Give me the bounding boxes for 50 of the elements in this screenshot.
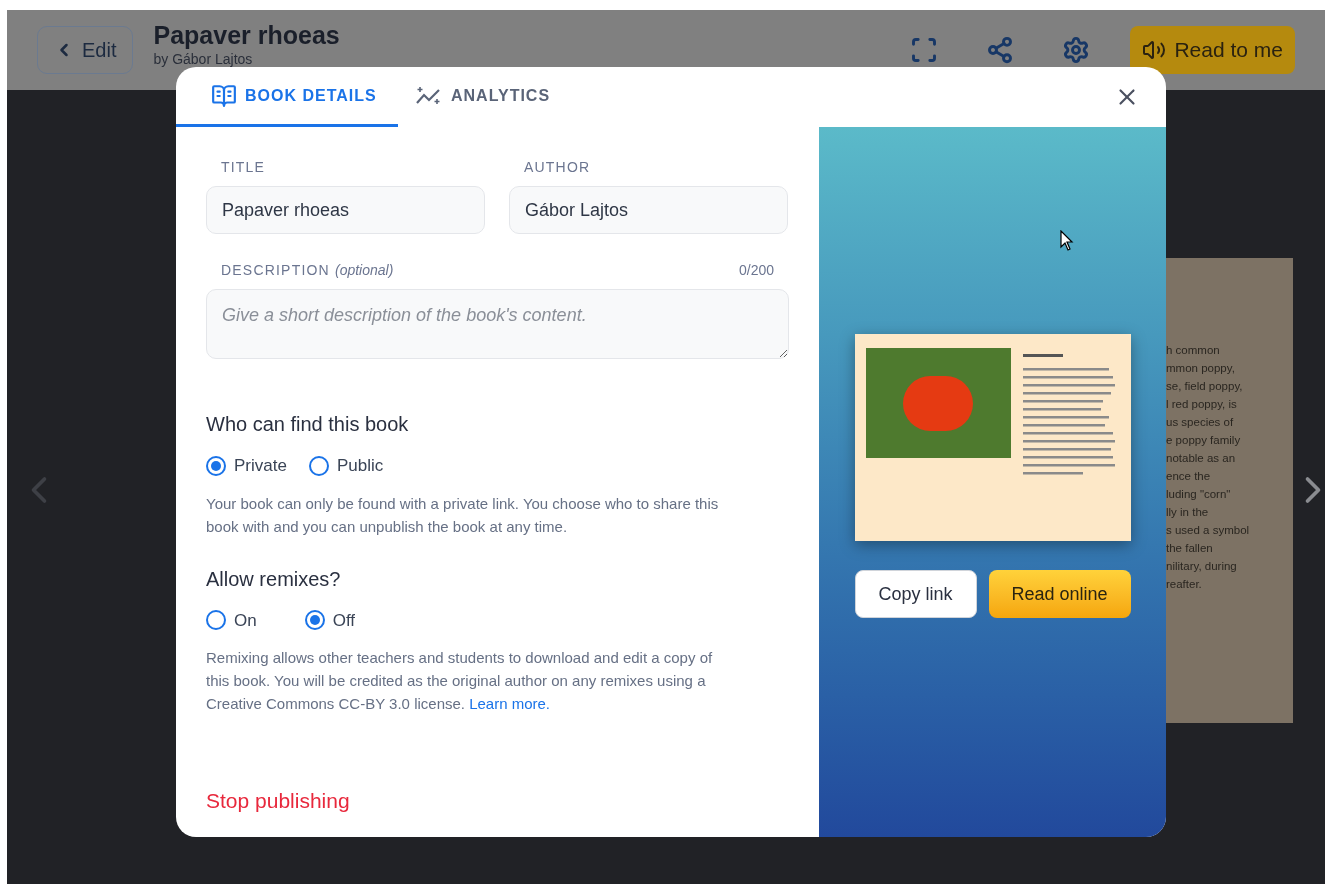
sparkle-chart-icon	[415, 84, 443, 107]
page-text-line: luding "corn"	[1166, 487, 1232, 502]
page-text-line: reafter.	[1166, 577, 1203, 592]
page-text-line: ence the	[1166, 469, 1212, 484]
field-label: TITLE	[220, 158, 267, 177]
page-text-line: the fallen	[1166, 541, 1214, 556]
page-text-line: se, field poppy,	[1166, 379, 1244, 394]
section-heading: Allow remixes?	[206, 566, 342, 592]
page-text-line: e poppy family	[1166, 433, 1242, 448]
field-label: AUTHOR	[523, 158, 592, 177]
book-title: Papaver rhoeas	[153, 20, 340, 51]
field-label: DESCRIPTION (optional)	[221, 261, 394, 280]
book-icon	[211, 82, 237, 109]
radio-button[interactable]	[206, 610, 226, 631]
help-text: Remixing allows other teachers and students to download and edit a copy of this book. You will be credited as the original author on any remixes using a Creative Commons CC-BY 3.0 license. Learn more.	[206, 648, 714, 714]
radio-button[interactable]	[304, 610, 325, 631]
page-text-line: l red poppy, is	[1166, 397, 1238, 412]
radio-button[interactable]	[206, 455, 226, 476]
character-counter: 0/200	[738, 261, 774, 280]
text-field[interactable]: Gábor Lajtos	[509, 186, 788, 234]
text-field[interactable]: Papaver rhoeas	[206, 186, 485, 234]
radio-option[interactable]: Private	[206, 453, 287, 479]
tab[interactable]: ANALYTICS	[398, 67, 586, 127]
copy-link-button[interactable]: Copy link	[854, 570, 977, 618]
stop-publishing-button[interactable]: Stop publishing	[206, 785, 350, 817]
section-heading: Who can find this book	[206, 412, 410, 437]
fullscreen-icon[interactable]	[910, 36, 939, 64]
page-text-line: lly in the	[1166, 505, 1210, 520]
page-text-line: s used a symbol	[1166, 523, 1251, 538]
page-text-line: nilitary, during	[1166, 559, 1238, 574]
byline: by Gábor Lajtos	[153, 51, 254, 69]
tab[interactable]: BOOK DETAILS	[176, 67, 398, 127]
help-text: Your book can only be found with a private link. You choose who to share this book with and you can unpublish the book at any time.	[206, 493, 720, 537]
page-text-line: notable as an	[1166, 451, 1237, 466]
page-text-line: mmon poppy,	[1166, 361, 1236, 376]
radio-button[interactable]	[308, 455, 329, 476]
description-field[interactable]: Give a short description of the book's content.	[206, 289, 789, 359]
mouse-cursor-icon	[1060, 230, 1074, 252]
speaker-icon	[1142, 38, 1167, 62]
radio-option[interactable]: Public	[308, 453, 384, 479]
share-icon[interactable]	[986, 36, 1015, 64]
page-text-line: h common	[1166, 343, 1221, 358]
read-online-button[interactable]: Read online	[988, 570, 1131, 618]
learn-more-link[interactable]: Learn more.	[469, 695, 551, 712]
page-text-line: us species of	[1166, 415, 1235, 430]
radio-option[interactable]: Off	[304, 607, 356, 633]
radio-option[interactable]: On	[206, 607, 257, 633]
edit-button[interactable]: Edit	[37, 26, 134, 74]
settings-icon[interactable]	[1062, 36, 1091, 64]
read-to-me-button[interactable]: Read to me	[1130, 26, 1295, 74]
